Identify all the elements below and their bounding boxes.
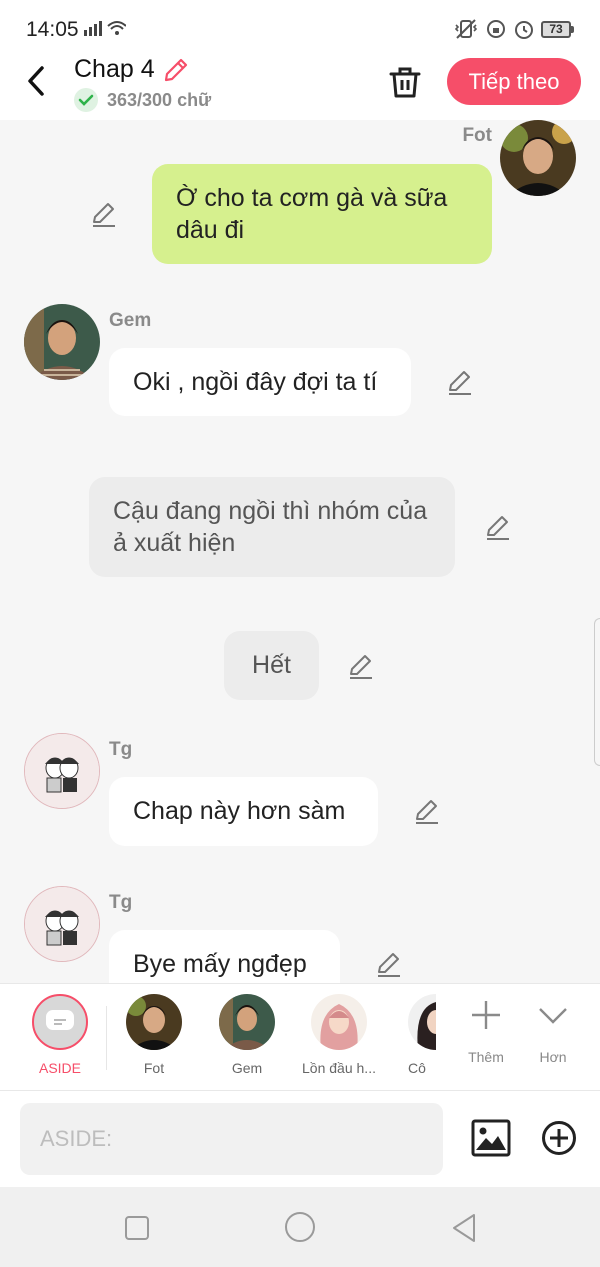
recent-apps-icon[interactable] bbox=[124, 1215, 150, 1241]
aside-avatar bbox=[32, 994, 88, 1050]
character-selector: ASIDE Fot Gem Lồn đầu h... Cô Thêm Hơn bbox=[0, 983, 600, 1091]
battery-icon: 73 bbox=[541, 20, 574, 38]
word-count: 363/300 chữ bbox=[107, 90, 212, 110]
character-avatar bbox=[408, 994, 436, 1050]
edit-title-pencil-icon[interactable] bbox=[162, 56, 190, 84]
narration-bubble[interactable]: Hết bbox=[224, 631, 319, 700]
avatar-tg[interactable] bbox=[24, 886, 100, 962]
sender-name: Gem bbox=[109, 310, 152, 331]
character-gem[interactable]: Gem bbox=[204, 994, 290, 1076]
back-arrow-icon[interactable] bbox=[22, 64, 52, 98]
back-nav-icon[interactable] bbox=[450, 1213, 478, 1243]
home-icon[interactable] bbox=[284, 1211, 316, 1243]
character-avatar bbox=[126, 994, 182, 1050]
character-fourth[interactable]: Cô bbox=[392, 994, 436, 1076]
data-saver-icon bbox=[487, 20, 505, 38]
message-bubble[interactable]: Bye mấy ngđẹp bbox=[109, 930, 340, 983]
message-bubble[interactable]: Oki , ngồi đây đợi ta tí bbox=[109, 348, 411, 416]
image-icon[interactable] bbox=[471, 1119, 511, 1157]
more-button[interactable]: Hơn bbox=[523, 998, 583, 1065]
avatar-gem[interactable] bbox=[24, 304, 100, 380]
chat-area[interactable]: Fot Ờ cho ta cơm gà và sữa dâu đi Gem Ok… bbox=[0, 120, 600, 983]
chapter-title: Chap 4 bbox=[74, 55, 155, 83]
next-button[interactable]: Tiếp theo bbox=[447, 58, 581, 105]
sender-name: Tg bbox=[109, 892, 133, 913]
character-label: Cô bbox=[408, 1060, 426, 1076]
more-label: Hơn bbox=[539, 1049, 567, 1065]
chapter-header: Chap 4 363/300 chữ Tiếp theo bbox=[0, 40, 600, 120]
character-fot[interactable]: Fot bbox=[111, 994, 197, 1076]
vibrate-icon bbox=[454, 19, 478, 39]
edit-message-pencil-icon[interactable] bbox=[413, 797, 441, 825]
message-input[interactable] bbox=[20, 1103, 443, 1175]
edit-message-pencil-icon[interactable] bbox=[347, 652, 375, 680]
character-label: Gem bbox=[231, 1060, 263, 1076]
character-label: Lồn đầu h... bbox=[302, 1060, 376, 1076]
composer bbox=[0, 1091, 600, 1187]
character-third[interactable]: Lồn đầu h... bbox=[296, 994, 382, 1076]
scroll-handle[interactable] bbox=[594, 618, 600, 766]
status-time: 14:05 bbox=[26, 18, 79, 41]
character-label: Fot bbox=[143, 1060, 165, 1076]
edit-message-pencil-icon[interactable] bbox=[90, 200, 118, 228]
edit-message-pencil-icon[interactable] bbox=[446, 368, 474, 396]
signal-wifi-icon bbox=[84, 21, 126, 36]
character-avatar bbox=[219, 994, 275, 1050]
divider bbox=[106, 1006, 107, 1070]
character-label: ASIDE bbox=[38, 1060, 81, 1076]
system-nav-bar bbox=[0, 1187, 600, 1267]
avatar-fot[interactable] bbox=[500, 120, 576, 196]
sender-name: Tg bbox=[109, 739, 133, 760]
message-bubble[interactable]: Chap này hơn sàm bbox=[109, 777, 378, 846]
chevron-down-icon bbox=[539, 1008, 567, 1024]
sender-name: Fot bbox=[462, 125, 492, 146]
avatar-tg[interactable] bbox=[24, 733, 100, 809]
character-aside[interactable]: ASIDE bbox=[17, 994, 103, 1076]
edit-message-pencil-icon[interactable] bbox=[484, 513, 512, 541]
narration-bubble[interactable]: Cậu đang ngồi thì nhóm của ả xuất hiện bbox=[89, 477, 455, 577]
edit-message-pencil-icon[interactable] bbox=[375, 950, 403, 978]
alarm-icon bbox=[515, 21, 533, 39]
add-character-button[interactable]: Thêm bbox=[456, 998, 516, 1065]
character-avatar bbox=[311, 994, 367, 1050]
battery-level: 73 bbox=[541, 20, 571, 38]
trash-icon[interactable] bbox=[388, 65, 422, 99]
speech-bubble-icon bbox=[46, 1010, 74, 1030]
check-icon bbox=[74, 88, 98, 112]
message-bubble[interactable]: Ờ cho ta cơm gà và sữa dâu đi bbox=[152, 164, 492, 264]
add-circle-icon[interactable] bbox=[541, 1120, 577, 1156]
add-label: Thêm bbox=[468, 1049, 504, 1065]
plus-icon bbox=[472, 1001, 500, 1029]
